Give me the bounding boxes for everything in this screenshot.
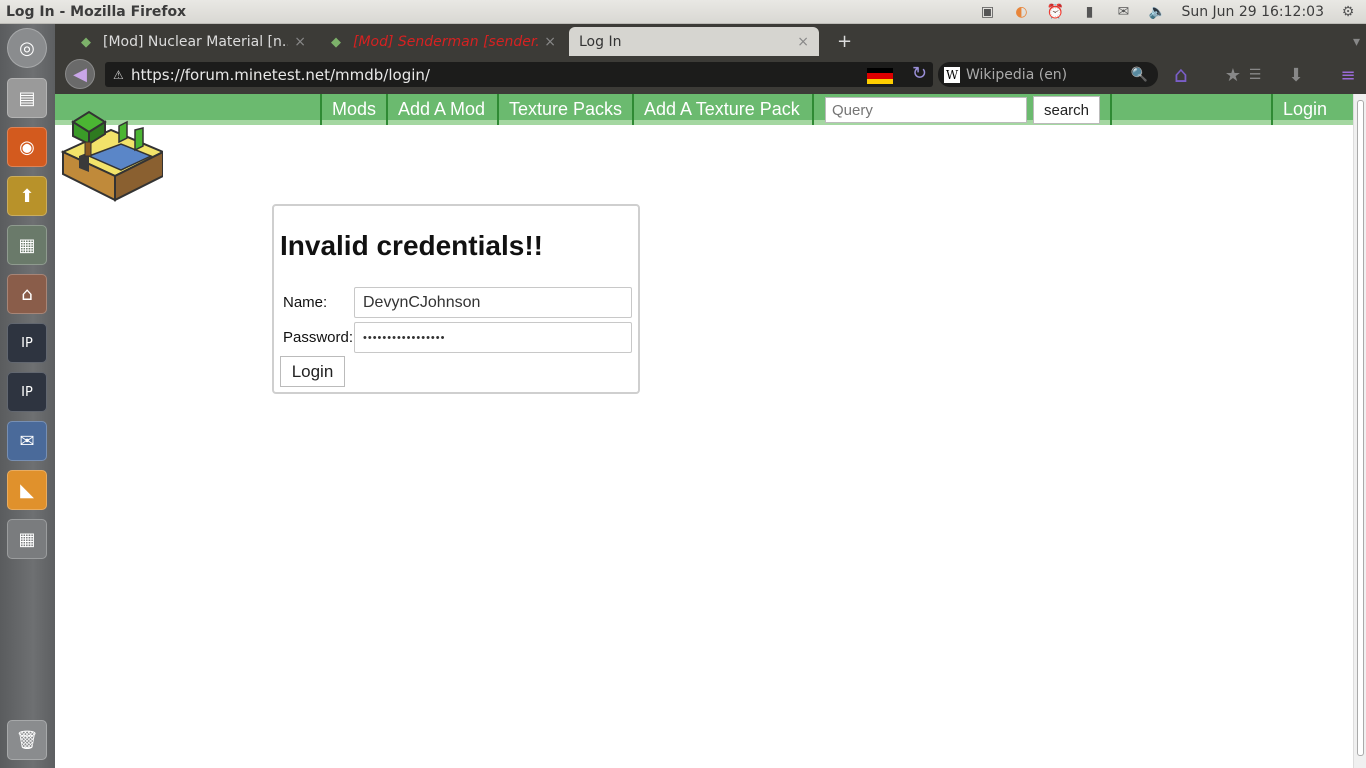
nav-mods[interactable]: Mods xyxy=(320,94,386,125)
back-button[interactable]: ◀ xyxy=(65,59,95,89)
dash-icon[interactable]: ◎ xyxy=(7,28,47,68)
search-engine-placeholder: Wikipedia (en) xyxy=(966,66,1068,83)
german-flag-icon[interactable] xyxy=(867,68,893,84)
nav-add-a-mod[interactable]: Add A Mod xyxy=(386,94,495,125)
close-icon[interactable]: × xyxy=(294,34,306,50)
nav-texture-packs[interactable]: Texture Packs xyxy=(497,94,632,125)
tab-bar: ◆ [Mod] Nuclear Material [n... × ◆ [Mod]… xyxy=(55,24,1366,56)
password-field[interactable] xyxy=(354,322,632,353)
launcher: ◎ ▤ ◉ ⬆ ▦ ⌂ IP IP ✉ ◣ ▦ 🗑 xyxy=(0,24,55,768)
search-engine-box[interactable]: W Wikipedia (en) 🔍 xyxy=(938,62,1158,87)
window-title: Log In - Mozilla Firefox xyxy=(6,3,187,20)
clipboard-icon[interactable]: ▣ xyxy=(977,3,997,21)
clock[interactable]: Sun Jun 29 16:12:03 xyxy=(1181,4,1324,20)
menu-icon[interactable]: ≡ xyxy=(1335,62,1361,88)
system-tray: ▣ ◐ ⏰ ▮ ✉ 🔈 Sun Jun 29 16:12:03 ⚙ xyxy=(977,3,1366,21)
orange-app-icon[interactable]: ◣ xyxy=(7,470,47,510)
query-input[interactable] xyxy=(825,97,1027,123)
search-icon[interactable]: 🔍 xyxy=(1131,67,1148,83)
network-icon[interactable]: ▮ xyxy=(1079,3,1099,21)
tab-list-button[interactable]: ▾ xyxy=(1343,27,1363,56)
reload-icon[interactable]: ↻ xyxy=(912,63,927,84)
minetest-logo[interactable] xyxy=(59,100,163,204)
minetest-favicon-icon: ◆ xyxy=(331,34,341,50)
home-icon[interactable]: ⌂ xyxy=(1168,62,1194,88)
trash-icon[interactable]: 🗑 xyxy=(7,720,47,760)
error-heading: Invalid credentials!! xyxy=(280,230,543,261)
name-label: Name: xyxy=(283,294,328,311)
bookmarks-list-icon[interactable]: ☰ xyxy=(1242,62,1268,88)
top-panel: Log In - Mozilla Firefox ▣ ◐ ⏰ ▮ ✉ 🔈 Sun… xyxy=(0,0,1366,24)
mail-icon[interactable]: ✉ xyxy=(1113,3,1133,21)
minetest-favicon-icon: ◆ xyxy=(81,34,91,50)
spreadsheet-app-icon[interactable]: ▦ xyxy=(7,225,47,265)
login-box: Invalid credentials!! Name: Password: Lo… xyxy=(272,204,640,394)
nav-separator xyxy=(812,94,814,125)
search-button[interactable]: search xyxy=(1033,96,1100,124)
tab-log-in[interactable]: Log In × xyxy=(569,27,819,56)
workspace-switcher-icon[interactable]: ▦ xyxy=(7,519,47,559)
warning-icon[interactable]: ⚠ xyxy=(113,68,127,82)
text-app-icon[interactable]: ⌂ xyxy=(7,274,47,314)
gear-icon[interactable]: ⚙ xyxy=(1338,3,1358,21)
name-field[interactable] xyxy=(354,287,632,318)
ipython-icon-2[interactable]: IP xyxy=(7,372,47,412)
url-bar[interactable]: ⚠ https://forum.minetest.net/mmdb/login/… xyxy=(105,62,933,87)
firefox-icon[interactable]: ◉ xyxy=(7,127,47,167)
mail-client-icon[interactable]: ✉ xyxy=(7,421,47,461)
site-nav: Mods Add A Mod Texture Packs Add A Textu… xyxy=(55,94,1353,125)
url-text[interactable]: https://forum.minetest.net/mmdb/login/ xyxy=(131,66,430,84)
nav-separator xyxy=(1110,94,1112,125)
vertical-scrollbar[interactable] xyxy=(1353,94,1366,768)
close-icon[interactable]: × xyxy=(544,34,556,50)
back-arrow-icon: ◀ xyxy=(73,63,87,85)
close-icon[interactable]: × xyxy=(797,34,809,50)
tab-label: Log In xyxy=(579,33,622,50)
tab-nuclear-material[interactable]: ◆ [Mod] Nuclear Material [n... × xyxy=(71,27,316,56)
tab-label: [Mod] Nuclear Material [n... xyxy=(103,33,289,50)
nav-login[interactable]: Login xyxy=(1271,94,1337,125)
wikipedia-icon[interactable]: W xyxy=(944,66,960,83)
alarm-clock-icon[interactable]: ⏰ xyxy=(1045,3,1065,21)
tab-senderman[interactable]: ◆ [Mod] Senderman [sender... × xyxy=(321,27,566,56)
login-button[interactable]: Login xyxy=(280,356,345,387)
nav-add-a-texture-pack[interactable]: Add A Texture Pack xyxy=(632,94,810,125)
new-tab-button[interactable]: + xyxy=(827,27,857,56)
download-icon[interactable]: ⬇ xyxy=(1283,62,1309,88)
password-label: Password: xyxy=(283,329,354,346)
plus-icon: + xyxy=(837,31,853,52)
ipython-icon[interactable]: IP xyxy=(7,323,47,363)
scrollbar-thumb[interactable] xyxy=(1357,100,1364,756)
update-manager-icon[interactable]: ⬆ xyxy=(7,176,47,216)
media-player-icon[interactable]: ◐ xyxy=(1011,3,1031,21)
volume-icon[interactable]: 🔈 xyxy=(1147,3,1167,21)
tab-label: [Mod] Senderman [sender... xyxy=(353,33,539,50)
page-content: Mods Add A Mod Texture Packs Add A Textu… xyxy=(55,94,1353,768)
nav-bar: ◀ ⚠ https://forum.minetest.net/mmdb/logi… xyxy=(55,56,1366,94)
file-manager-icon[interactable]: ▤ xyxy=(7,78,47,118)
